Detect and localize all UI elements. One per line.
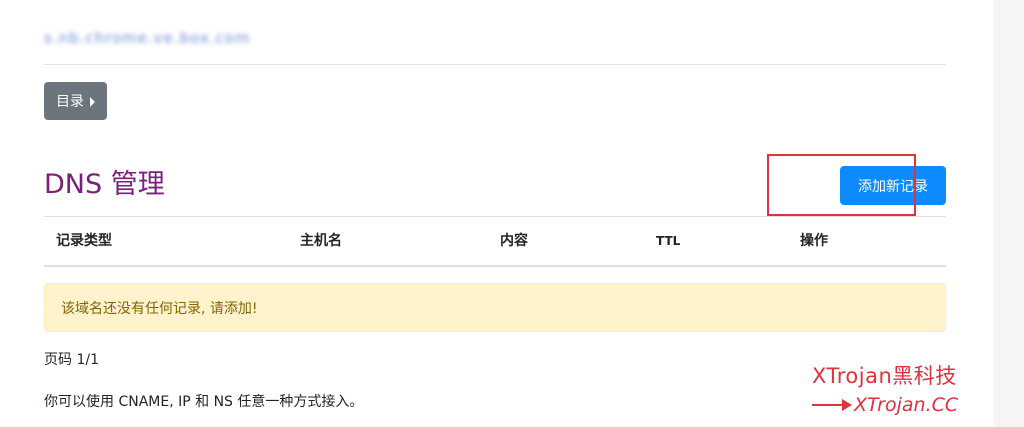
page-title: DNS 管理 <box>44 169 165 200</box>
caret-right-icon <box>90 96 95 107</box>
footnote-help-text: 你可以使用 CNAME, IP 和 NS 任意一种方式接入。 <box>44 394 364 410</box>
column-header-actions: 操作 <box>800 233 828 249</box>
column-header-content: 内容 <box>500 233 528 249</box>
menu-button-label: 目录 <box>56 94 84 110</box>
table-header-row: 记录类型 主机名 内容 TTL 操作 <box>44 217 946 265</box>
domain-name-blurred: s.nb.chrome.ve.box.com <box>44 29 251 47</box>
add-record-button[interactable]: 添加新记录 <box>840 166 946 205</box>
main-content: s.nb.chrome.ve.box.com 目录 DNS 管理 添加新记录 记… <box>44 0 946 427</box>
table-header-bottom-rule <box>44 265 946 267</box>
header-divider <box>44 64 946 65</box>
right-side-strip <box>993 0 1024 427</box>
pagination-indicator: 页码 1/1 <box>44 352 99 368</box>
empty-records-alert: 该域名还没有任何记录, 请添加! <box>44 283 946 332</box>
column-header-hostname: 主机名 <box>300 233 342 249</box>
column-header-ttl: TTL <box>656 234 681 248</box>
column-header-record-type: 记录类型 <box>56 233 112 249</box>
alert-message: 该域名还没有任何记录, 请添加! <box>61 300 258 317</box>
menu-dropdown-button[interactable]: 目录 <box>44 82 107 120</box>
